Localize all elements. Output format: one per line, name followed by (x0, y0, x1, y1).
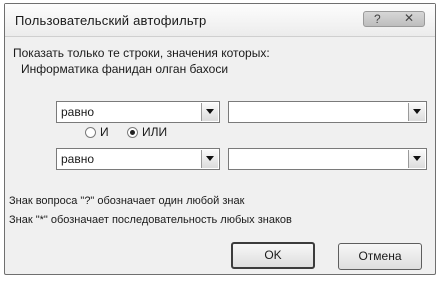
operator-value-2: равно (61, 152, 95, 166)
operator-dropdown-button-1[interactable] (201, 103, 218, 121)
help-button[interactable]: ? (374, 12, 381, 26)
or-label: ИЛИ (142, 125, 168, 139)
chevron-down-icon (206, 109, 214, 114)
operator-select-1[interactable]: равно (56, 101, 220, 123)
value-dropdown-button-2[interactable] (408, 150, 425, 168)
or-radio[interactable] (127, 127, 138, 138)
question-mark-hint: Знак вопроса "?" обозначает один любой з… (9, 195, 245, 207)
ok-button[interactable]: OK (231, 242, 315, 269)
chevron-down-icon (206, 156, 214, 161)
value-dropdown-button-1[interactable] (408, 103, 425, 121)
operator-value-1: равно (61, 105, 95, 119)
title-bar: Пользовательский автофильтр ? ✕ (5, 4, 435, 37)
and-radio[interactable] (85, 127, 96, 138)
chevron-down-icon (413, 156, 421, 161)
operator-select-2[interactable]: равно (56, 148, 220, 170)
chevron-down-icon (413, 109, 421, 114)
value-combo-2[interactable] (228, 148, 427, 170)
window-controls: ? ✕ (363, 11, 425, 27)
cancel-button[interactable]: Отмена (338, 243, 422, 270)
dialog-title: Пользовательский автофильтр (15, 13, 207, 28)
asterisk-hint: Знак "*" обозначает последовательность л… (9, 214, 292, 226)
and-label: И (100, 125, 109, 139)
value-combo-1[interactable] (228, 101, 427, 123)
close-button[interactable]: ✕ (404, 11, 414, 25)
custom-autofilter-dialog: Пользовательский автофильтр ? ✕ Показать… (4, 3, 436, 275)
dialog-content: Показать только те строки, значения кото… (5, 37, 435, 274)
field-name-label: Информатика фанидан олган бахоси (21, 62, 229, 76)
operator-dropdown-button-2[interactable] (201, 150, 218, 168)
instruction-label: Показать только те строки, значения кото… (13, 46, 270, 60)
